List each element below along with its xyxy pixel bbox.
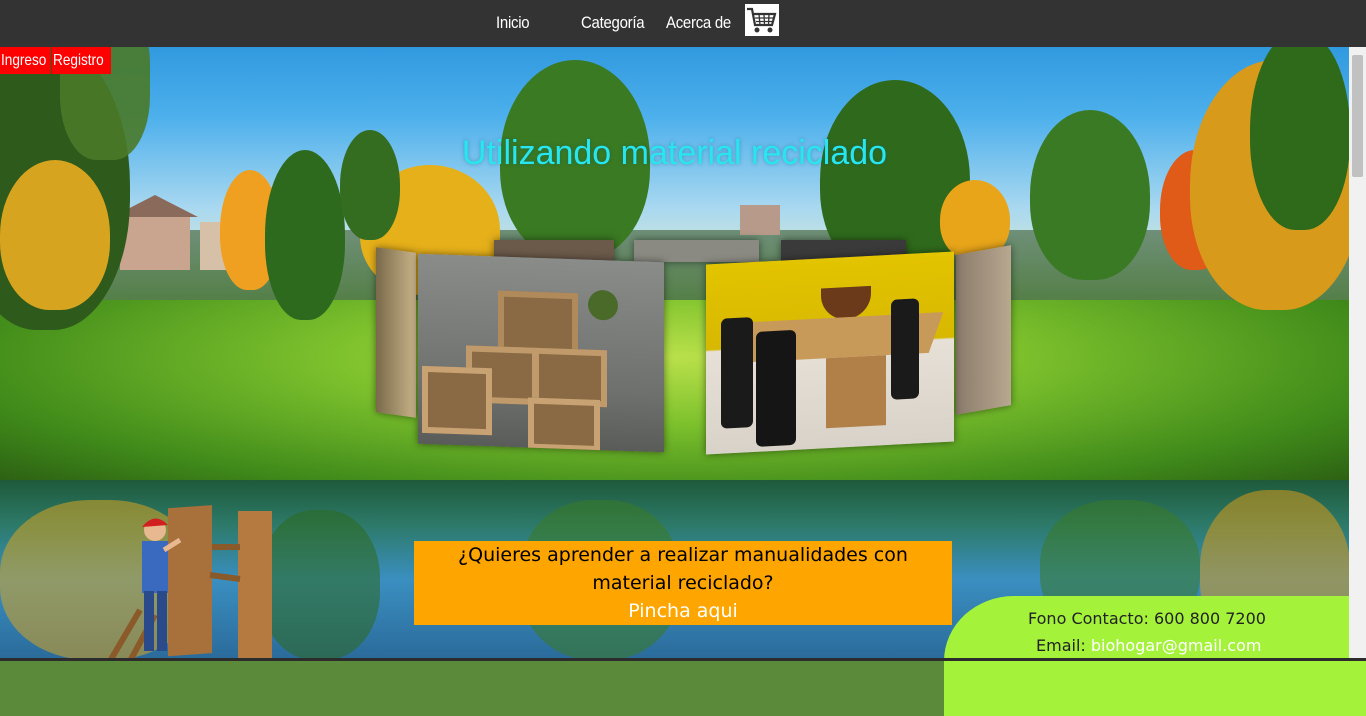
contact-panel: Fono Contacto: 600 800 7200 Email: bioho… [944, 596, 1366, 716]
cta-box: ¿Quieres aprender a realizar manualidade… [414, 541, 952, 625]
chair [756, 329, 796, 447]
carousel-panel-back [634, 240, 759, 262]
nav-categoria[interactable]: Categoría [581, 13, 645, 33]
contact-email-row: Email: biohogar@gmail.com [1036, 636, 1261, 655]
top-navbar: Inicio Categoría Acerca de [0, 0, 1366, 47]
contact-email-label: Email: [1036, 636, 1086, 655]
shopping-cart-icon[interactable] [745, 4, 779, 36]
tree [265, 150, 345, 320]
contact-phone: Fono Contacto: 600 800 7200 [1028, 609, 1266, 628]
crate [528, 397, 600, 453]
crate [498, 290, 578, 356]
nav-acerca-de[interactable]: Acerca de [666, 13, 731, 33]
scrollbar-thumb[interactable] [1352, 55, 1363, 177]
house [120, 215, 190, 270]
cta-link[interactable]: Pincha aqui [414, 597, 952, 625]
carousel-image-pallet-table[interactable] [706, 251, 954, 455]
login-label: Ingreso [1, 52, 47, 69]
register-button[interactable]: Registro [52, 47, 111, 74]
register-label: Registro [53, 52, 104, 69]
cta-question: ¿Quieres aprender a realizar manualidade… [458, 544, 908, 594]
nav-inicio[interactable]: Inicio [496, 13, 530, 33]
crate [422, 365, 492, 436]
chair [721, 317, 753, 429]
house [740, 205, 780, 235]
carousel-panel-right [956, 245, 1011, 415]
carpenter-illustration [107, 505, 272, 661]
chair [891, 298, 919, 400]
contact-email-link[interactable]: biohogar@gmail.com [1091, 636, 1262, 655]
tree [0, 160, 110, 310]
carousel-image-crate-shelves[interactable] [418, 253, 664, 453]
image-carousel[interactable] [376, 240, 1012, 455]
hero-subtitle: Utilizando material reciclado [461, 134, 888, 172]
pallet-base [826, 355, 886, 429]
tree [1250, 30, 1349, 230]
plant [588, 289, 618, 321]
vertical-scrollbar[interactable] [1349, 47, 1366, 661]
login-button[interactable]: Ingreso [0, 47, 51, 74]
carousel-panel-left [376, 247, 416, 418]
